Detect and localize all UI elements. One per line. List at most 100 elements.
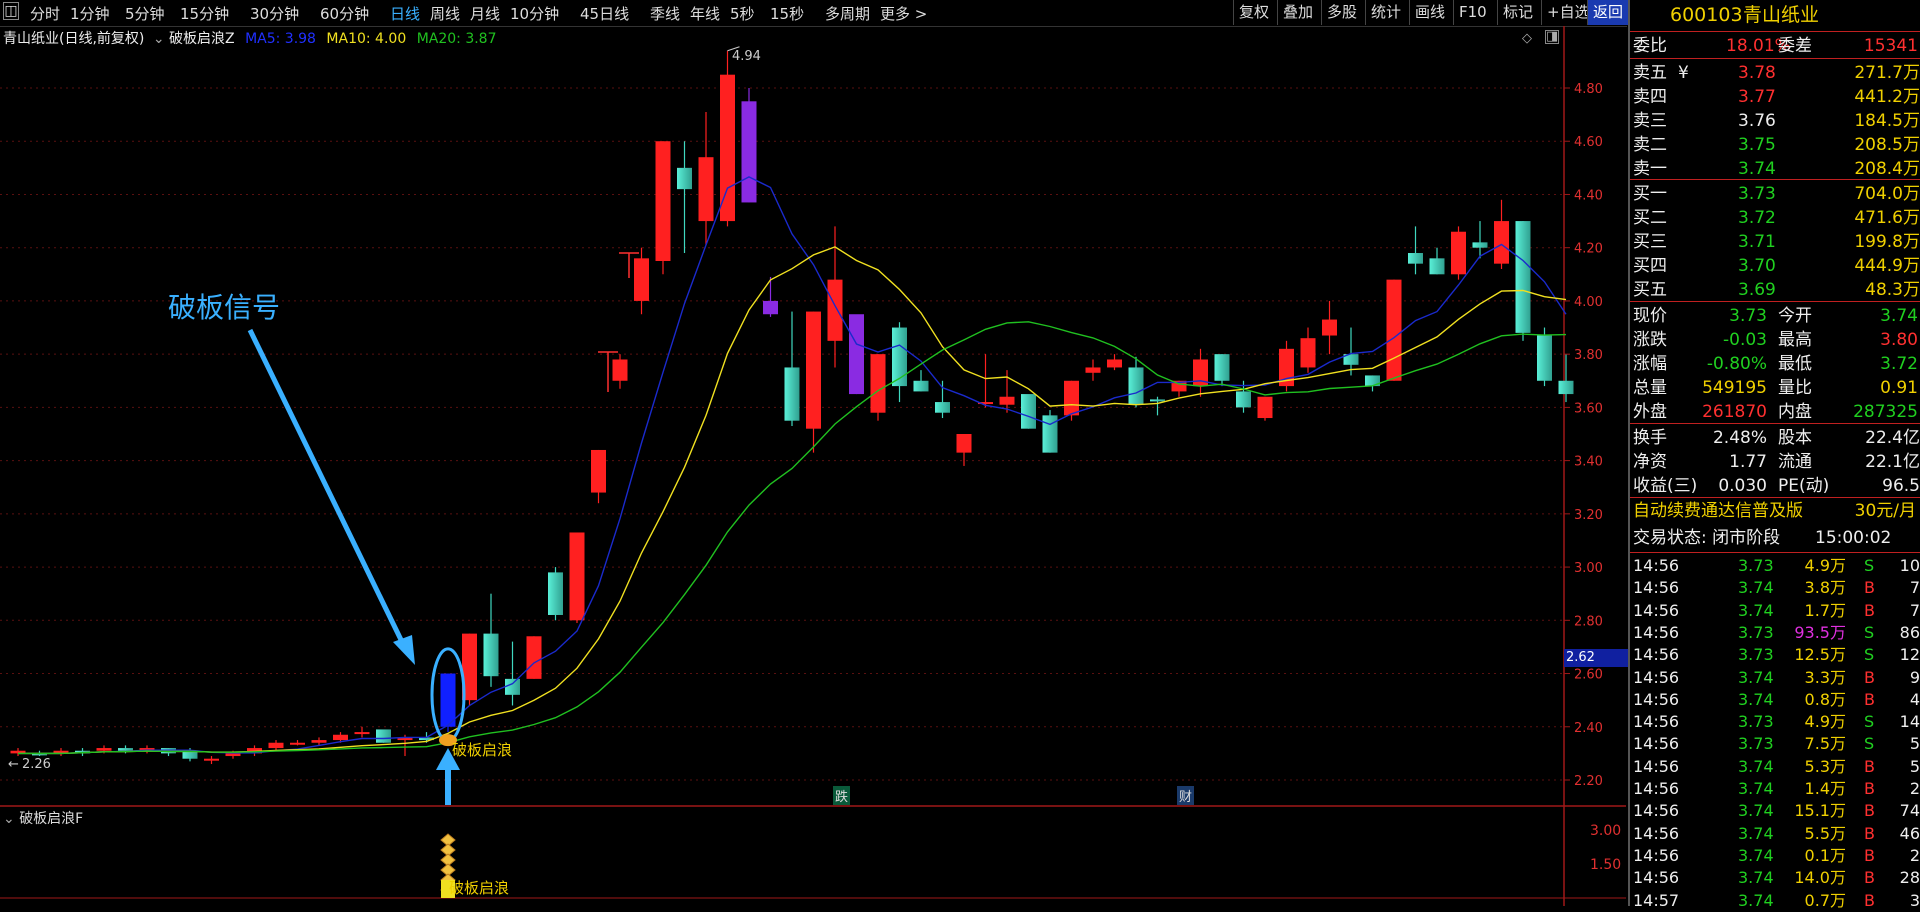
stat-label: 最低 xyxy=(1778,354,1812,374)
y-tick-label: 4.40 xyxy=(1574,188,1603,203)
candle xyxy=(1021,394,1036,429)
y-tick-label: 2.80 xyxy=(1574,614,1603,629)
candle xyxy=(763,276,778,317)
sub-indicator-name[interactable]: 破板启浪F xyxy=(19,811,83,827)
event-marker-die[interactable]: 跌 xyxy=(833,786,851,805)
candle-body xyxy=(892,327,907,387)
stat-label: 涨幅 xyxy=(1633,354,1667,374)
bid-label: 买二 xyxy=(1633,208,1667,228)
promo-row[interactable]: 自动续费通达信普及版 30元/月 xyxy=(1630,499,1920,523)
tick-time: 14:56 xyxy=(1633,712,1680,732)
candle xyxy=(1107,354,1122,371)
divider xyxy=(1630,179,1920,180)
y-tick-label: 3.80 xyxy=(1574,348,1603,363)
candle-body xyxy=(698,157,714,222)
stat-row: 外盘 261870 内盘 287325 xyxy=(1630,400,1920,424)
stat-value: 3.74 xyxy=(1880,306,1918,326)
fundamental-label: PE(动) xyxy=(1778,476,1830,496)
tick-count: 14 xyxy=(1899,712,1920,732)
tick-side: S xyxy=(1864,712,1875,732)
candle-body xyxy=(1537,335,1552,381)
tick-count: 7 xyxy=(1909,600,1920,620)
candle-body xyxy=(591,449,606,493)
candle xyxy=(548,567,563,621)
ask-price: 3.75 xyxy=(1738,135,1776,155)
tick-side: S xyxy=(1864,622,1875,642)
promo-text[interactable]: 自动续费通达信普及版 xyxy=(1633,499,1803,523)
tick-price: 3.73 xyxy=(1738,734,1774,754)
candle xyxy=(1150,396,1165,416)
candle-body xyxy=(354,732,370,735)
tick-row: 14:56 3.74 14.0万 B 28 xyxy=(1630,867,1920,889)
low-marker: 2.26 xyxy=(22,757,51,772)
stat-label: 内盘 xyxy=(1778,402,1812,422)
candle-body xyxy=(870,354,886,413)
tick-row: 14:56 3.73 4.9万 S 14 xyxy=(1630,711,1920,733)
stat-label: 最高 xyxy=(1778,330,1812,350)
candle-body xyxy=(483,633,499,677)
stat-value: 261870 xyxy=(1702,402,1767,422)
tick-row: 14:56 3.73 7.5万 S 5 xyxy=(1630,733,1920,755)
sub-indicator-header: ⌄ 破板启浪F xyxy=(3,808,83,828)
candle-body xyxy=(96,748,112,751)
candle-body xyxy=(526,636,542,679)
candle-body xyxy=(333,734,348,741)
tick-volume: 15.1万 xyxy=(1794,801,1846,821)
tick-row: 14:56 3.74 5.3万 B 5 xyxy=(1630,756,1920,778)
y-tick-label: 3.60 xyxy=(1574,401,1603,416)
fundamental-label: 股本 xyxy=(1778,428,1812,448)
fundamental-row: 净资 1.77 流通 22.1亿 xyxy=(1630,450,1920,474)
ask-row: 卖一 3.74 208.4万 xyxy=(1630,157,1920,181)
stat-label: 外盘 xyxy=(1633,402,1667,422)
candle xyxy=(1214,354,1230,387)
bid-row: 买一 3.73 704.0万 xyxy=(1630,182,1920,206)
tick-row: 14:56 3.74 3.3万 B 9 xyxy=(1630,667,1920,689)
ask-label: 卖一 xyxy=(1633,159,1667,179)
tick-side: S xyxy=(1864,734,1875,754)
y-tick-label: 2.60 xyxy=(1574,668,1603,683)
signal-arrow-shaft xyxy=(247,328,408,650)
candle-body xyxy=(1150,399,1165,402)
ask-volume: 441.2万 xyxy=(1854,87,1920,107)
divider xyxy=(1630,552,1920,553)
candle-body xyxy=(612,359,628,381)
tick-volume: 3.3万 xyxy=(1804,667,1846,687)
candle xyxy=(1042,410,1058,453)
panel-toggle-icon[interactable]: ◨ xyxy=(1545,30,1560,44)
candle xyxy=(354,726,370,738)
promo-price[interactable]: 30元/月 xyxy=(1855,499,1916,523)
tick-volume: 93.5万 xyxy=(1794,622,1846,642)
y-tick-label: 3.20 xyxy=(1574,508,1603,523)
tick-price: 3.73 xyxy=(1738,712,1774,732)
tick-side: S xyxy=(1864,556,1875,575)
tick-row: 14:56 3.73 93.5万 S 86 xyxy=(1630,622,1920,644)
ask-label: 卖四 xyxy=(1633,87,1667,107)
tick-side: B xyxy=(1864,801,1875,821)
candle-body xyxy=(290,742,305,745)
candlestick-chart[interactable]: 4.80 4.60 4.40 4.20 4.00 3.80 3.60 3.40 3.20 3.00… xyxy=(0,0,1627,906)
candle-body xyxy=(1429,258,1445,275)
candle-body xyxy=(677,167,692,190)
candle-body xyxy=(1214,354,1230,381)
stat-row: 涨跌 -0.03 最高 3.80 xyxy=(1630,328,1920,352)
sub-indicator-toggle-icon[interactable]: ⌄ xyxy=(3,811,15,827)
tick-price: 3.74 xyxy=(1738,689,1774,709)
current-price-tag: 2.62 xyxy=(1564,649,1628,667)
event-marker-cai[interactable]: 财 xyxy=(1177,786,1195,805)
trade-time: 15:00:02 xyxy=(1815,528,1892,548)
candle xyxy=(526,636,542,679)
candle-body xyxy=(741,101,757,203)
candle xyxy=(1429,247,1445,275)
tick-time: 14:56 xyxy=(1633,600,1680,620)
sub-level-2: 1.50 xyxy=(1590,857,1622,873)
ask-label: 卖五 xyxy=(1633,63,1667,83)
tick-time: 14:56 xyxy=(1633,556,1680,575)
diamond-icon[interactable]: ◇ xyxy=(1522,31,1532,46)
candle xyxy=(268,740,284,751)
candle xyxy=(849,314,864,395)
tick-time: 14:56 xyxy=(1633,645,1680,665)
tick-time: 14:56 xyxy=(1633,845,1680,865)
tick-row: 14:56 3.74 5.5万 B 46 xyxy=(1630,823,1920,845)
candle xyxy=(1386,279,1402,381)
tick-side: B xyxy=(1864,823,1875,843)
